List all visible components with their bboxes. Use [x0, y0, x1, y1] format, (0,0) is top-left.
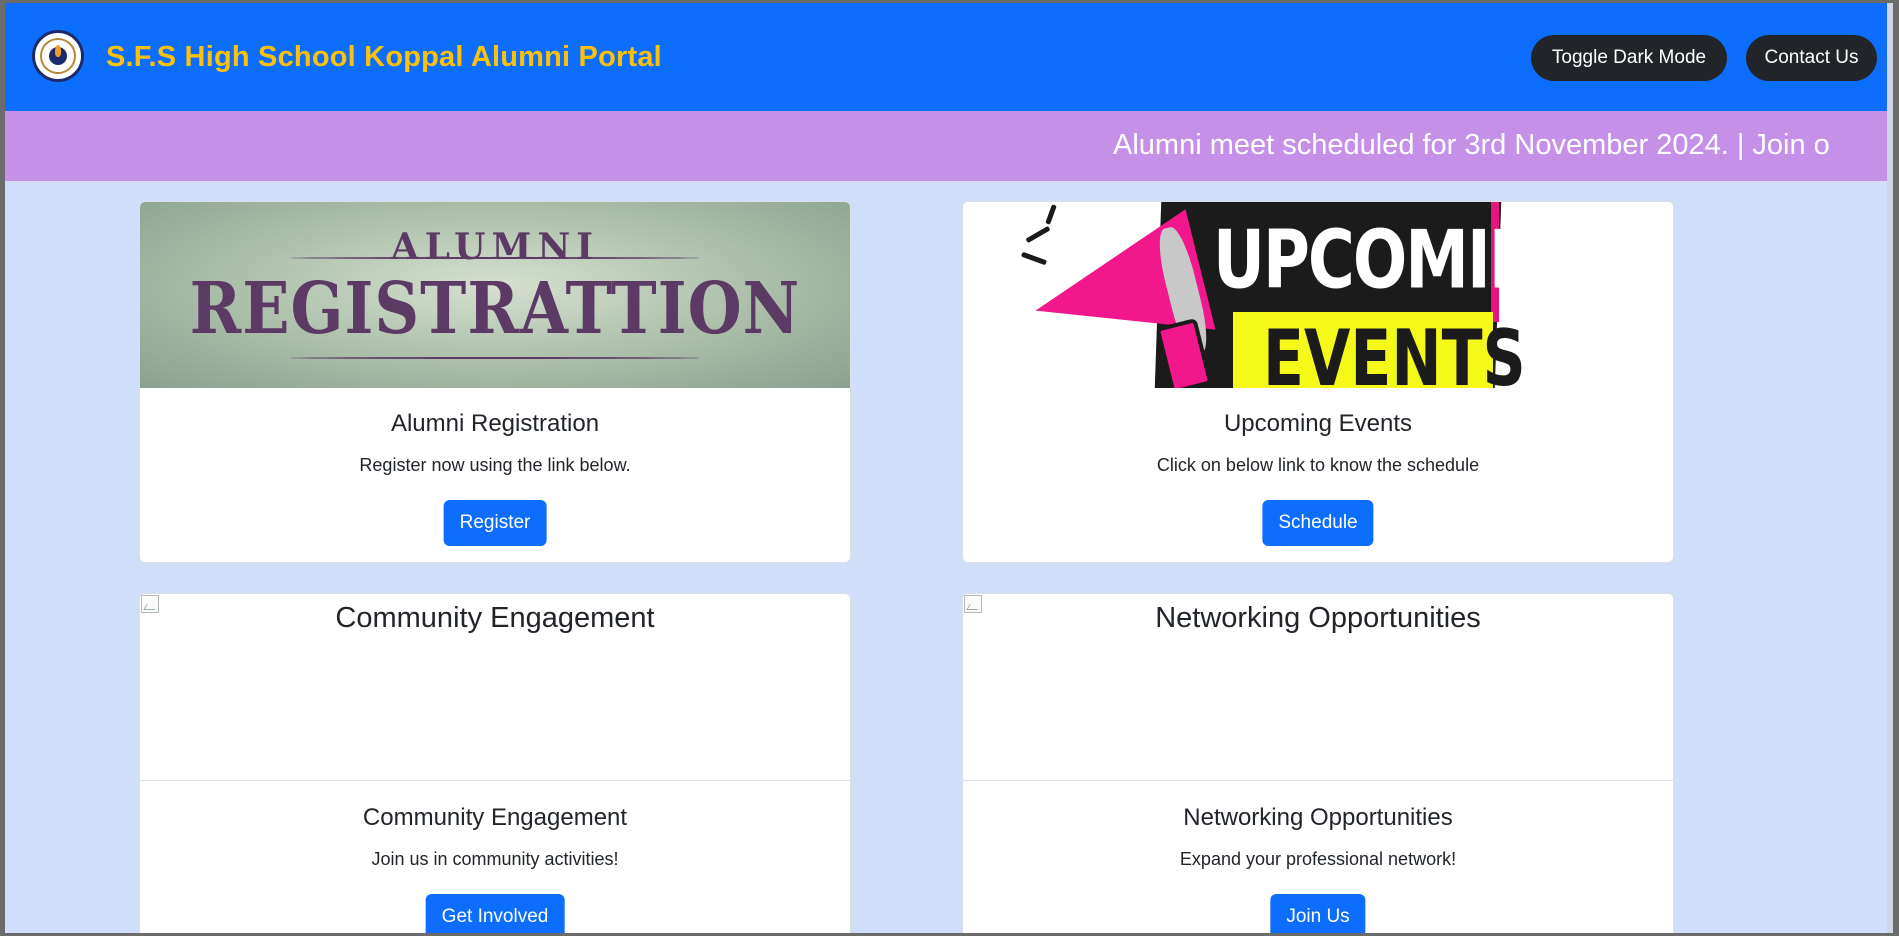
join-us-button[interactable]: Join Us: [1270, 894, 1366, 933]
card-title: Alumni Registration: [390, 410, 600, 437]
burst-line: [1025, 225, 1051, 244]
image-text-upcoming: UPCOMING: [1213, 214, 1593, 308]
card-title: Upcoming Events: [1223, 410, 1413, 437]
upcoming-events-image: UPCOMING EVENTS: [963, 202, 1673, 388]
card-networking-opportunities: Networking Opportunities Networking Oppo…: [962, 593, 1674, 933]
card-community-engagement: Community Engagement Community Engagemen…: [139, 593, 851, 933]
alumni-registration-image: ALUMNI REGISTRATTION: [140, 202, 850, 388]
image-divider: [290, 357, 700, 359]
card-title: Networking Opportunities: [1183, 804, 1453, 831]
image-alt-text: Community Engagement: [335, 602, 655, 634]
image-text-alumni: ALUMNI: [390, 226, 600, 268]
card-upcoming-events: UPCOMING EVENTS Upcoming Events Click on…: [962, 201, 1674, 563]
image-text-registration: REGISTRATTION: [189, 266, 801, 351]
image-divider: [290, 257, 700, 259]
navbar: S.F.S High School Koppal Alumni Portal T…: [5, 3, 1893, 111]
get-involved-button[interactable]: Get Involved: [425, 894, 565, 933]
school-logo[interactable]: [32, 30, 84, 82]
networking-opportunities-image: Networking Opportunities: [963, 594, 1673, 781]
image-alt-text: Networking Opportunities: [1155, 602, 1481, 634]
image-text-events: EVENTS: [1263, 313, 1526, 389]
site-title[interactable]: S.F.S High School Koppal Alumni Portal: [106, 41, 662, 74]
scrollbar[interactable]: [1887, 3, 1893, 933]
card-text: Join us in community activities!: [371, 849, 619, 869]
register-button[interactable]: Register: [443, 500, 547, 546]
card-text: Expand your professional network!: [1179, 849, 1457, 869]
toggle-dark-mode-button[interactable]: Toggle Dark Mode: [1531, 35, 1727, 81]
schedule-button[interactable]: Schedule: [1262, 500, 1374, 546]
card-alumni-registration: ALUMNI REGISTRATTION Alumni Registration…: [139, 201, 851, 563]
card-title: Community Engagement: [362, 804, 628, 831]
ticker-text: Alumni meet scheduled for 3rd November 2…: [1113, 129, 1830, 161]
community-engagement-image: Community Engagement: [140, 594, 850, 781]
announcement-ticker: Alumni meet scheduled for 3rd November 2…: [5, 111, 1893, 181]
page: S.F.S High School Koppal Alumni Portal T…: [5, 3, 1893, 933]
logo-flame-icon: [55, 45, 61, 57]
contact-us-button[interactable]: Contact Us: [1746, 35, 1877, 81]
card-text: Click on below link to know the schedule: [1156, 455, 1480, 475]
burst-line: [1045, 204, 1057, 225]
card-text: Register now using the link below.: [359, 455, 631, 475]
